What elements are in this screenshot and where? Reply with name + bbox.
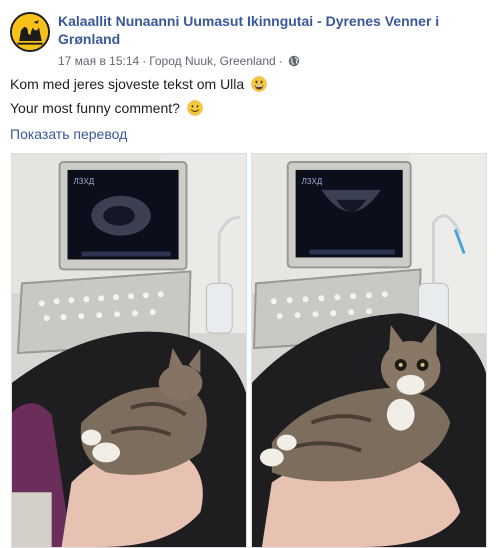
photo-cat-on-ultrasound-2[interactable]: ЛЗХД bbox=[251, 153, 487, 548]
post-text-line: Kom med jeres sjoveste tekst om Ulla bbox=[10, 74, 267, 94]
meta-separator: · bbox=[278, 54, 283, 68]
post-meta: 17 мая в 15:14 · Город Nuuk, Greenland · bbox=[58, 53, 300, 69]
post-text: Kom med jeres sjoveste tekst om Ulla bbox=[10, 76, 245, 92]
slightly-smiling-face-emoji-icon bbox=[187, 100, 203, 116]
ultrasound-screen-text: ЛЗХД bbox=[302, 177, 323, 186]
translate-link[interactable]: Показать перевод bbox=[10, 124, 127, 144]
ultrasound-screen-text: ЛЗХД bbox=[73, 177, 94, 186]
cat-photo-image: ЛЗХД bbox=[12, 154, 246, 547]
photo-grid: ЛЗХД ЛЗХД bbox=[11, 153, 487, 548]
post-date[interactable]: 17 мая в 15:14 bbox=[58, 53, 139, 69]
page-logo-icon bbox=[12, 14, 48, 50]
meta-separator: · bbox=[142, 54, 147, 68]
globe-icon[interactable] bbox=[288, 55, 300, 67]
facebook-post: Kalaallit Nunaanni Uumasut Ikinngutai - … bbox=[0, 0, 498, 548]
page-avatar[interactable] bbox=[10, 12, 50, 52]
post-location[interactable]: Город Nuuk, Greenland bbox=[149, 53, 276, 69]
photo-cat-on-ultrasound-1[interactable]: ЛЗХД bbox=[11, 153, 247, 548]
cat-photo-image: ЛЗХД bbox=[252, 154, 486, 547]
post-text-line: Your most funny comment? bbox=[10, 98, 203, 118]
page-name-link[interactable]: Kalaallit Nunaanni Uumasut Ikinngutai - … bbox=[58, 12, 458, 48]
post-header: Kalaallit Nunaanni Uumasut Ikinngutai - … bbox=[10, 10, 490, 68]
grinning-face-emoji-icon bbox=[251, 76, 267, 92]
post-text: Your most funny comment? bbox=[10, 100, 180, 116]
